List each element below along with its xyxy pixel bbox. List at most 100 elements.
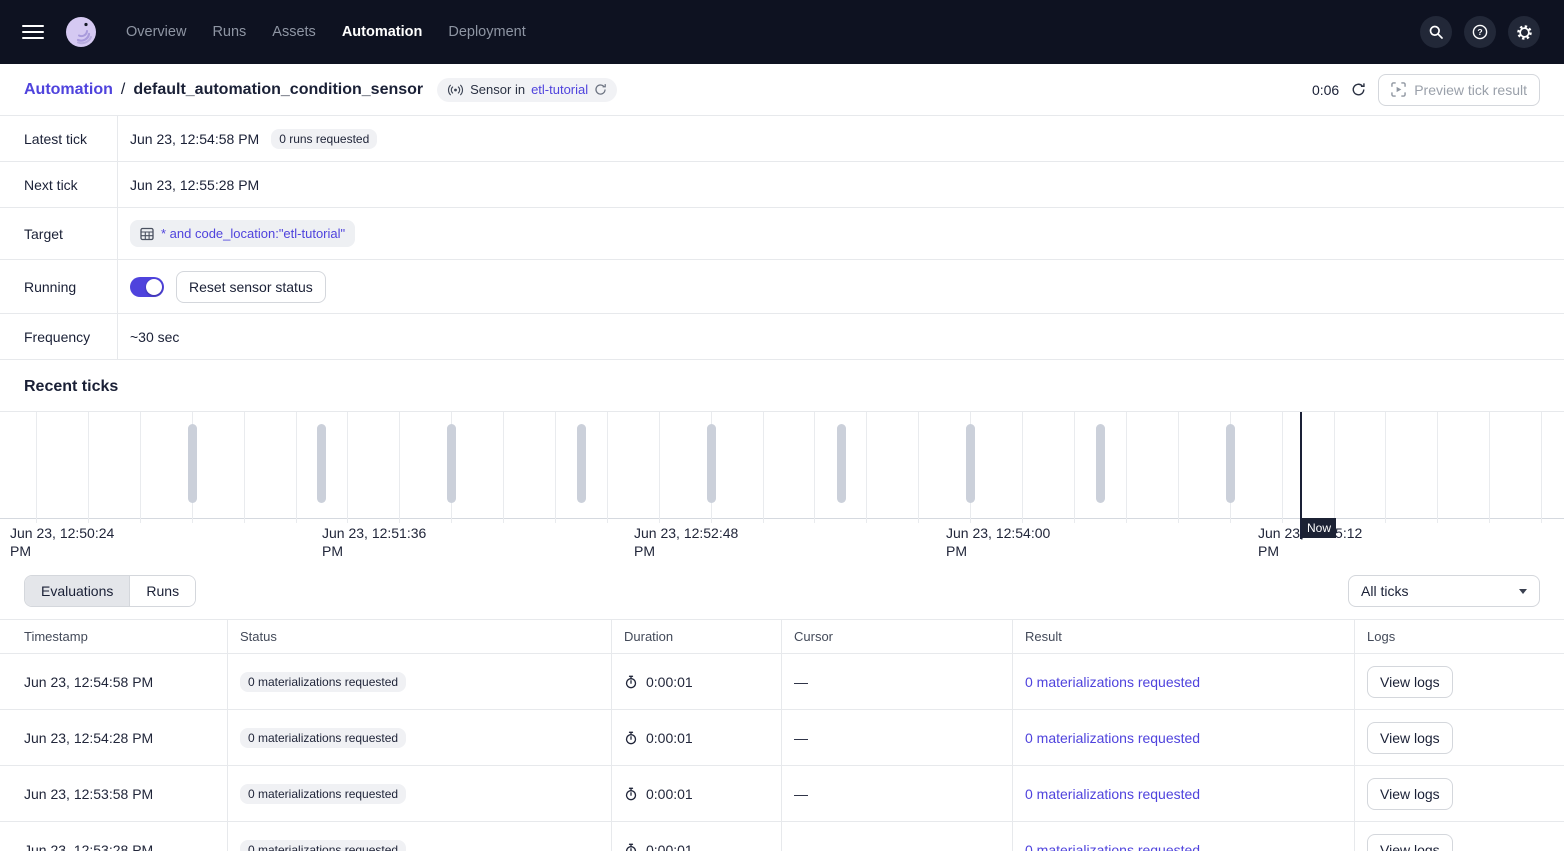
column-header-result: Result [1013, 620, 1355, 653]
breadcrumb-automation-link[interactable]: Automation [24, 81, 113, 99]
tick-duration: 0:00:01 [646, 730, 693, 746]
tick-timestamp: Jun 23, 12:54:28 PM [24, 730, 153, 746]
chart-gridline [814, 412, 815, 523]
sensor-location-badge: Sensor in etl-tutorial [437, 78, 617, 102]
latest-tick-label: Latest tick [0, 131, 117, 147]
view-logs-button[interactable]: View logs [1367, 778, 1453, 810]
view-logs-button[interactable]: View logs [1367, 834, 1453, 851]
reload-location-icon[interactable] [594, 83, 607, 96]
axis-time-label: Jun 23, 12:51:36 PM [322, 524, 440, 560]
target-selection-text: * and code_location:"etl-tutorial" [161, 226, 345, 241]
next-tick-row: Next tick Jun 23, 12:55:28 PM [0, 162, 1564, 208]
latest-tick-row: Latest tick Jun 23, 12:54:58 PM 0 runs r… [0, 116, 1564, 162]
tick-bar[interactable] [837, 424, 846, 503]
tick-duration: 0:00:01 [646, 786, 693, 802]
nav-item-automation[interactable]: Automation [342, 24, 423, 40]
tick-duration: 0:00:01 [646, 842, 693, 851]
chart-gridline [866, 412, 867, 523]
chart-gridline [399, 412, 400, 523]
help-icon[interactable]: ? [1464, 16, 1496, 48]
tick-result-link[interactable]: 0 materializations requested [1025, 786, 1200, 802]
tick-duration: 0:00:01 [646, 674, 693, 690]
latest-tick-value: Jun 23, 12:54:58 PM [130, 131, 259, 147]
tick-filter-select[interactable]: All ticks [1348, 575, 1540, 607]
settings-icon[interactable] [1508, 16, 1540, 48]
view-logs-button[interactable]: View logs [1367, 666, 1453, 698]
chart-gridline [296, 412, 297, 523]
preview-tick-result-button[interactable]: Preview tick result [1378, 74, 1540, 106]
tick-bar[interactable] [577, 424, 586, 503]
chart-gridline [1282, 412, 1283, 523]
chart-gridline [918, 412, 919, 523]
dagster-logo-icon[interactable] [62, 13, 100, 51]
column-header-timestamp: Timestamp [0, 620, 228, 653]
chart-gridline [763, 412, 764, 523]
stopwatch-icon [624, 675, 638, 689]
column-header-cursor: Cursor [782, 620, 1013, 653]
tab-runs[interactable]: Runs [129, 576, 195, 606]
tick-cursor: — [794, 842, 808, 851]
tick-bar[interactable] [966, 424, 975, 503]
chart-gridline [1385, 412, 1386, 523]
tick-status-badge: 0 materializations requested [240, 672, 406, 692]
chart-gridline [555, 412, 556, 523]
sensor-name-title: default_automation_condition_sensor [133, 81, 423, 99]
frequency-label: Frequency [0, 329, 117, 345]
tick-result-link[interactable]: 0 materializations requested [1025, 842, 1200, 851]
sensor-icon [447, 84, 464, 96]
tick-result-link[interactable]: 0 materializations requested [1025, 730, 1200, 746]
column-header-status: Status [228, 620, 612, 653]
nav-item-overview[interactable]: Overview [126, 24, 186, 40]
axis-time-label: Jun 23, 12:52:48 PM [634, 524, 752, 560]
running-toggle[interactable] [130, 277, 164, 297]
frequency-value: ~30 sec [130, 329, 179, 345]
asset-table-icon [140, 227, 154, 241]
reset-sensor-status-button[interactable]: Reset sensor status [176, 271, 326, 303]
chart-gridline [347, 412, 348, 523]
target-label: Target [0, 226, 117, 242]
table-row: Jun 23, 12:54:58 PM 0 materializations r… [0, 654, 1564, 710]
chart-gridline [244, 412, 245, 523]
nav-item-assets[interactable]: Assets [272, 24, 316, 40]
chart-gridline [1334, 412, 1335, 523]
page-header: Automation / default_automation_conditio… [0, 64, 1564, 116]
latest-tick-status-badge: 0 runs requested [271, 129, 377, 149]
next-tick-value: Jun 23, 12:55:28 PM [130, 177, 259, 193]
tick-timestamp: Jun 23, 12:54:58 PM [24, 674, 153, 690]
tick-bar[interactable] [1096, 424, 1105, 503]
axis-time-label: Jun 23, 12:54:00 PM [946, 524, 1064, 560]
menu-icon[interactable] [22, 25, 44, 39]
column-header-duration: Duration [612, 620, 782, 653]
nav-item-deployment[interactable]: Deployment [448, 24, 525, 40]
tick-bar[interactable] [188, 424, 197, 503]
code-location-link[interactable]: etl-tutorial [531, 82, 588, 97]
target-selection-chip[interactable]: * and code_location:"etl-tutorial" [130, 220, 355, 247]
table-row: Jun 23, 12:54:28 PM 0 materializations r… [0, 710, 1564, 766]
nav-items: Overview Runs Assets Automation Deployment [126, 24, 526, 40]
tab-evaluations[interactable]: Evaluations [25, 576, 129, 606]
running-label: Running [0, 279, 117, 295]
nav-item-runs[interactable]: Runs [212, 24, 246, 40]
tick-status-badge: 0 materializations requested [240, 840, 406, 851]
search-icon[interactable] [1420, 16, 1452, 48]
recent-ticks-heading: Recent ticks [0, 360, 1564, 411]
tick-timestamp: Jun 23, 12:53:28 PM [24, 842, 153, 851]
ticks-toolbar: EvaluationsRuns All ticks [0, 563, 1564, 619]
frequency-row: Frequency ~30 sec [0, 314, 1564, 360]
breadcrumb-separator: / [121, 81, 125, 99]
tick-bar[interactable] [1226, 424, 1235, 503]
running-row: Running Reset sensor status [0, 260, 1564, 314]
preview-tick-icon [1391, 82, 1406, 97]
table-row: Jun 23, 12:53:28 PM 0 materializations r… [0, 822, 1564, 851]
refresh-icon[interactable] [1351, 82, 1366, 97]
view-logs-button[interactable]: View logs [1367, 722, 1453, 754]
evaluations-runs-tabs: EvaluationsRuns [24, 575, 196, 607]
chart-gridline [140, 412, 141, 523]
tick-bar[interactable] [707, 424, 716, 503]
tick-result-link[interactable]: 0 materializations requested [1025, 674, 1200, 690]
chart-gridline [1178, 412, 1179, 523]
ticks-table: TimestampStatusDurationCursorResultLogs … [0, 619, 1564, 851]
tick-bar[interactable] [317, 424, 326, 503]
tick-bar[interactable] [447, 424, 456, 503]
chart-gridline [36, 412, 37, 523]
